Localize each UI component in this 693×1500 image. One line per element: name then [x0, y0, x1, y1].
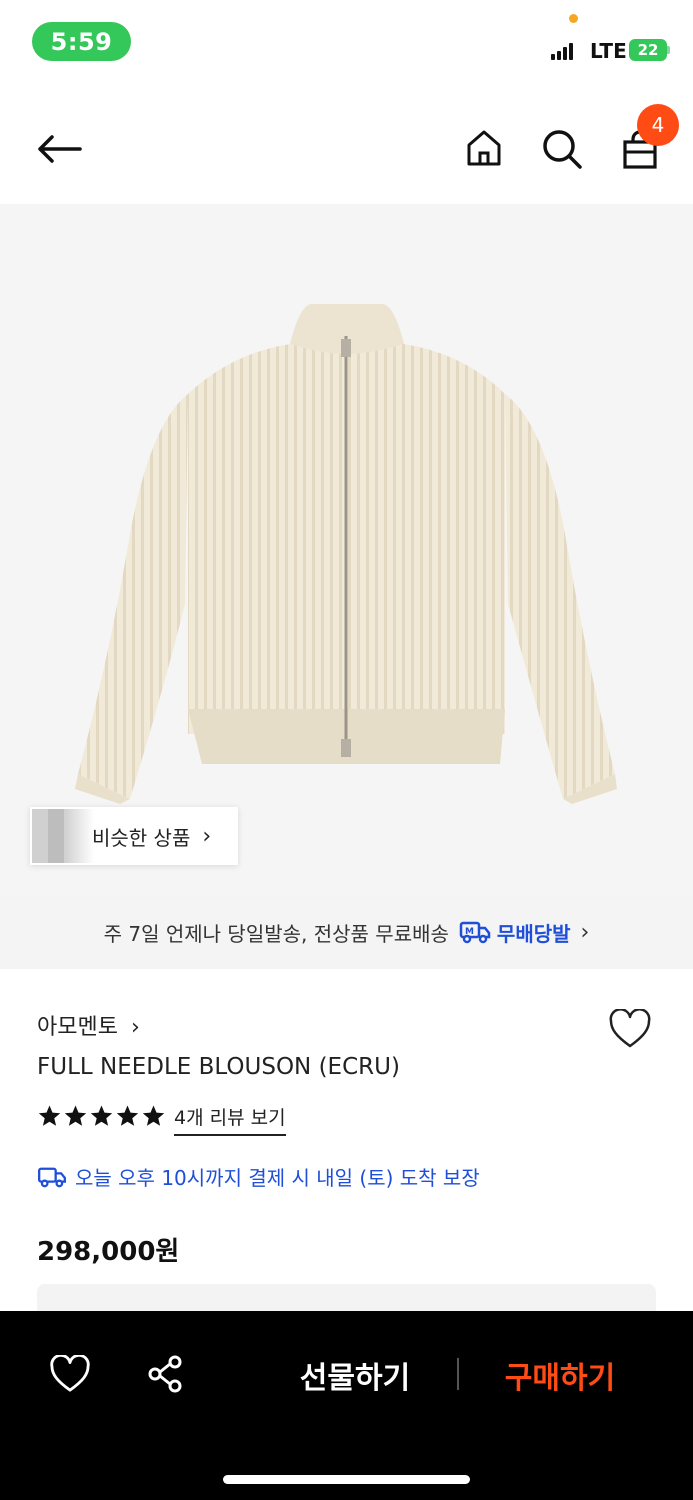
buy-button[interactable]: 구매하기: [495, 1352, 625, 1398]
svg-text:M: M: [465, 927, 474, 937]
similar-products-label: 비슷한 상품: [92, 825, 191, 850]
cart-count-badge: 4: [637, 104, 679, 146]
share-icon: [148, 1355, 182, 1393]
free-shipping-brand: M 무배당발: [459, 918, 571, 947]
signal-icon: [551, 40, 573, 60]
privacy-indicator: [569, 14, 578, 23]
wishlist-button[interactable]: [606, 1006, 654, 1052]
similar-products-button[interactable]: 비슷한 상품 ›: [30, 807, 238, 865]
arrow-left-icon: [38, 135, 82, 163]
delivery-truck-icon: M: [459, 921, 491, 944]
similar-thumbnails: [30, 807, 96, 865]
star-icon: [64, 1105, 87, 1126]
status-time: 5:59: [32, 22, 131, 61]
search-button[interactable]: [539, 126, 585, 172]
battery-cap: [667, 46, 670, 54]
bottom-wishlist-button[interactable]: [46, 1351, 94, 1397]
chevron-right-icon: ›: [130, 1015, 140, 1040]
product-price: 298,000원: [37, 1237, 180, 1267]
delivery-banner[interactable]: 주 7일 언제나 당일발송, 전상품 무료배송 M 무배당발 ›: [0, 895, 693, 969]
battery-level: 22: [637, 41, 659, 59]
star-icon: [142, 1105, 165, 1126]
home-button[interactable]: [462, 126, 506, 170]
brand-link[interactable]: 아모멘토 ›: [37, 1009, 140, 1041]
sweater-image: [75, 304, 617, 804]
product-title: FULL NEEDLE BLOUSON (ECRU): [37, 1054, 400, 1080]
chevron-right-icon: ›: [580, 919, 590, 945]
home-indicator[interactable]: [223, 1475, 470, 1484]
product-image[interactable]: [0, 204, 693, 895]
network-type: LTE: [590, 39, 627, 63]
star-icon: [90, 1105, 113, 1126]
reviews-link[interactable]: 4개 리뷰 보기: [174, 1103, 286, 1136]
search-icon: [543, 130, 582, 169]
arrival-text: 오늘 오후 10시까지 결제 시 내일 (토) 도착 보장: [75, 1166, 480, 1190]
free-shipping-label: 무배당발: [496, 921, 571, 946]
arrival-guarantee: 오늘 오후 10시까지 결제 시 내일 (토) 도착 보장: [37, 1162, 480, 1191]
brand-name: 아모멘토: [37, 1015, 118, 1040]
battery-icon: 22: [629, 39, 667, 61]
heart-icon: [50, 1355, 90, 1392]
share-button[interactable]: [142, 1351, 188, 1397]
star-icon: [116, 1105, 139, 1126]
delivery-truck-icon: [38, 1167, 66, 1187]
gift-button[interactable]: 선물하기: [290, 1352, 420, 1398]
delivery-banner-text: 주 7일 언제나 당일발송, 전상품 무료배송: [103, 921, 449, 946]
bottom-action-bar: [0, 1311, 693, 1500]
chevron-right-icon: ›: [202, 823, 212, 849]
back-button[interactable]: [34, 127, 84, 171]
rating-stars: [37, 1104, 166, 1128]
heart-icon: [609, 1009, 651, 1048]
home-icon: [467, 130, 501, 166]
bottom-divider: [457, 1358, 459, 1390]
star-icon: [38, 1105, 61, 1126]
